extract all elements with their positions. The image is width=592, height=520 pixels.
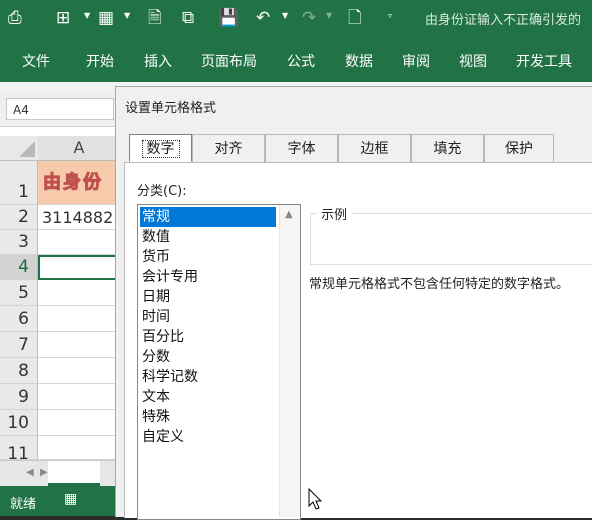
category-item[interactable]: 数值 (140, 227, 276, 247)
status-ready: 就绪 (10, 497, 37, 512)
tab-border[interactable]: 边框 (338, 134, 411, 162)
save-icon[interactable]: 💾 (218, 8, 239, 28)
row-header-8[interactable]: 8 (0, 358, 38, 384)
tab-page-layout[interactable]: 页面布局 (201, 51, 257, 71)
tab-number-label: 数字 (141, 140, 180, 158)
tab-data[interactable]: 数据 (345, 51, 373, 71)
name-box[interactable]: A4 (6, 98, 114, 120)
ribbon-tabs: 文件 开始 插入 页面布局 公式 数据 审阅 视图 开发工具 (0, 38, 592, 82)
sheet-tab[interactable] (48, 461, 100, 486)
macro-record-icon[interactable]: ▦ (64, 491, 77, 507)
layout-icon[interactable]: ⧉ (182, 8, 194, 28)
mouse-pointer-icon (308, 488, 323, 510)
row-header-6[interactable]: 6 (0, 306, 38, 332)
chevron-down-icon[interactable]: ▼ (282, 11, 288, 20)
scroll-left-icon[interactable]: ◀ (26, 467, 34, 478)
scroll-up-icon[interactable]: ▲ (285, 209, 293, 220)
window-title: 由身份证输入不正确引发的 (425, 13, 582, 28)
number-tab-panel: 分类(C): 常规 数值 货币 会计专用 日期 时间 百分比 分数 科学记数 文… (124, 162, 592, 520)
row-header-9[interactable]: 9 (0, 384, 38, 410)
listbox-scrollbar[interactable]: ▲ (279, 205, 300, 517)
tab-protection[interactable]: 保护 (484, 134, 554, 162)
category-item[interactable]: 常规 (140, 207, 276, 227)
cell-a8[interactable] (38, 358, 120, 384)
category-item[interactable]: 货币 (140, 247, 276, 267)
dialog-title: 设置单元格格式 (125, 101, 217, 116)
category-item[interactable]: 时间 (140, 307, 276, 327)
category-label: 分类(C): (137, 184, 187, 199)
undo-icon[interactable]: ↶ (256, 8, 270, 28)
tab-insert[interactable]: 插入 (144, 51, 172, 71)
table-icon[interactable]: ▦ (98, 8, 114, 28)
tab-view[interactable]: 视图 (459, 51, 487, 71)
scroll-right-icon[interactable]: ▶ (40, 467, 48, 478)
form-icon[interactable]: ⊞ (56, 8, 70, 28)
sample-groupbox (310, 213, 592, 265)
cell-a9[interactable] (38, 384, 120, 410)
cell-a1[interactable]: 由身份 (38, 161, 120, 205)
chevron-down-icon[interactable]: ▼ (124, 11, 130, 20)
cell-a4[interactable] (38, 255, 120, 280)
dialog-tabs: 数字 对齐 字体 边框 填充 保护 (124, 134, 592, 162)
tab-file[interactable]: 文件 (22, 51, 50, 71)
category-item[interactable]: 分数 (140, 347, 276, 367)
column-header-a[interactable]: A (38, 136, 120, 161)
category-item[interactable]: 日期 (140, 287, 276, 307)
row-header-11[interactable]: 11 (0, 436, 38, 460)
cell-a1-text: 由身份 (43, 172, 103, 194)
chevron-down-icon[interactable]: ▼ (84, 11, 90, 20)
cell-a2-text: 3114882 (42, 208, 114, 227)
tab-alignment[interactable]: 对齐 (192, 134, 265, 162)
category-item[interactable]: 特殊 (140, 407, 276, 427)
document-icon[interactable]: 🗎 (148, 8, 162, 28)
chevron-down-icon: ▼ (326, 11, 333, 20)
category-item[interactable]: 自定义 (140, 427, 276, 447)
tab-home[interactable]: 开始 (86, 51, 114, 71)
row-header-5[interactable]: 5 (0, 280, 38, 306)
sample-label: 示例 (317, 204, 352, 223)
tab-fill[interactable]: 填充 (411, 134, 484, 162)
cell-a11[interactable] (38, 436, 120, 460)
customize-icon[interactable]: ▿ (388, 11, 392, 20)
tab-review[interactable]: 审阅 (402, 51, 430, 71)
cell-a7[interactable] (38, 332, 120, 358)
cell-a2[interactable]: 3114882 (38, 205, 120, 230)
sheet-tab-bar: ◀ ▶ (0, 460, 120, 487)
tab-developer[interactable]: 开发工具 (516, 51, 572, 71)
row-header-3[interactable]: 3 (0, 230, 38, 255)
tab-number[interactable]: 数字 (129, 134, 192, 162)
tab-formulas[interactable]: 公式 (287, 51, 315, 71)
new-file-icon[interactable]: 🗋 (348, 8, 362, 28)
row-header-2[interactable]: 2 (0, 205, 38, 230)
format-cells-dialog: 设置单元格格式 数字 对齐 字体 边框 填充 保护 分类(C): 常规 数值 货… (115, 86, 592, 520)
camera-icon[interactable]: ⎙ (8, 8, 22, 28)
row-header-1[interactable]: 1 (0, 161, 38, 205)
category-item[interactable]: 会计专用 (140, 267, 276, 287)
category-item[interactable]: 文本 (140, 387, 276, 407)
cell-a10[interactable] (38, 410, 120, 436)
row-header-4[interactable]: 4 (0, 255, 38, 280)
category-item[interactable]: 百分比 (140, 327, 276, 347)
category-item[interactable]: 科学记数 (140, 367, 276, 387)
format-description: 常规单元格格式不包含任何特定的数字格式。 (309, 277, 570, 292)
redo-icon: ↷ (302, 8, 317, 28)
cell-a5[interactable] (38, 280, 120, 306)
cell-a3[interactable] (38, 230, 120, 255)
select-all-corner[interactable] (0, 136, 39, 161)
row-header-7[interactable]: 7 (0, 332, 38, 358)
quick-access-toolbar: ⎙ ⊞ ▼ ▦ ▼ 🗎 ⧉ 💾 ↶ ▼ ↷ ▼ 🗋 ▿ 由身份证输入不正确引发的 (0, 0, 592, 38)
worksheet-grid: A 1 由身份 2 3114882 3 4 5 6 7 8 9 10 11 (0, 127, 120, 460)
category-listbox[interactable]: 常规 数值 货币 会计专用 日期 时间 百分比 分数 科学记数 文本 特殊 自定… (137, 204, 301, 520)
tab-font[interactable]: 字体 (265, 134, 338, 162)
row-header-10[interactable]: 10 (0, 410, 38, 436)
cell-a6[interactable] (38, 306, 120, 332)
